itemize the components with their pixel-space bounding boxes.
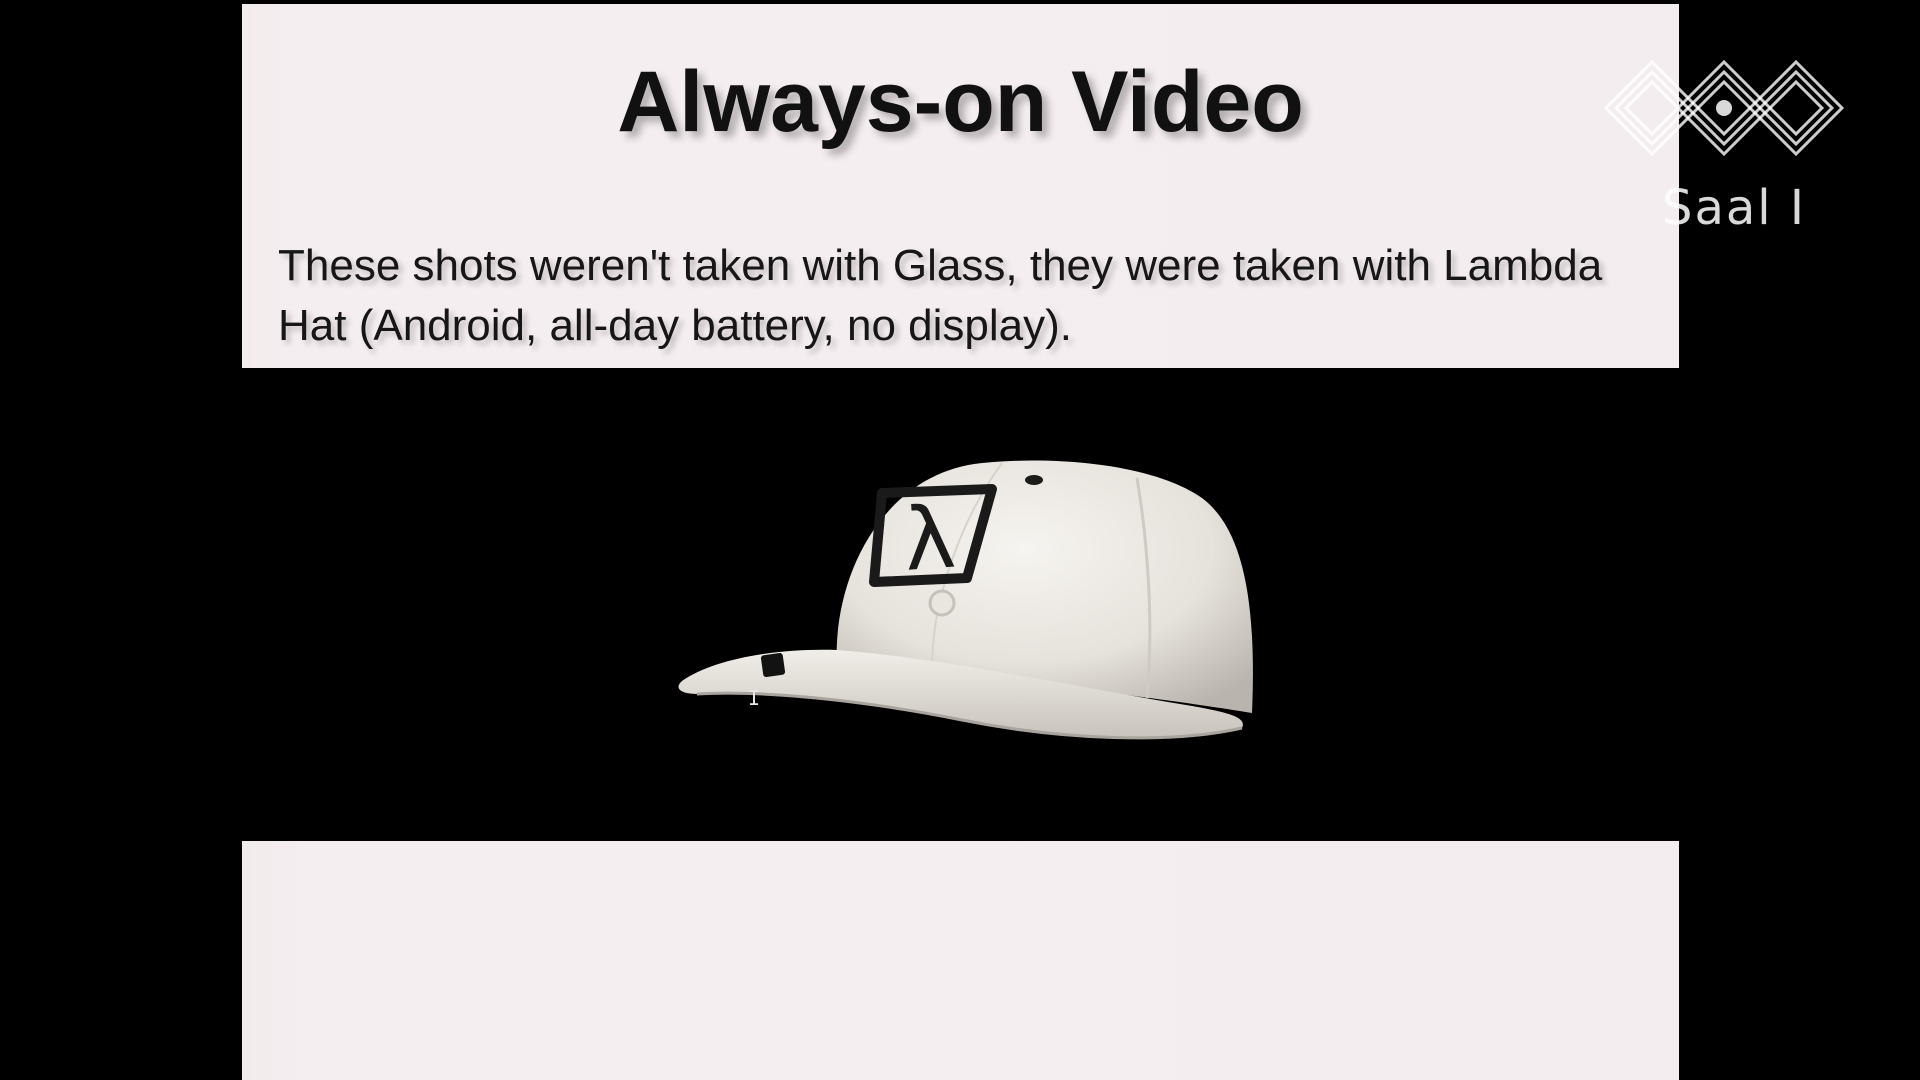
slide-lower-panel [242,841,1679,1080]
video-frame: Always-on Video These shots weren't take… [0,0,1920,1080]
room-label: Saal I [1662,180,1807,236]
lambda-glyph: λ [901,488,959,591]
text-cursor-icon: I [748,686,761,710]
slide-title: Always-on Video [617,54,1304,150]
slide-body-text: These shots weren't taken with Glass, th… [278,241,1603,350]
slide-upper-panel: Always-on Video These shots weren't take… [242,4,1679,368]
hat-photo-area: λ [242,368,1679,841]
lambda-hat-image: λ [678,460,1253,740]
